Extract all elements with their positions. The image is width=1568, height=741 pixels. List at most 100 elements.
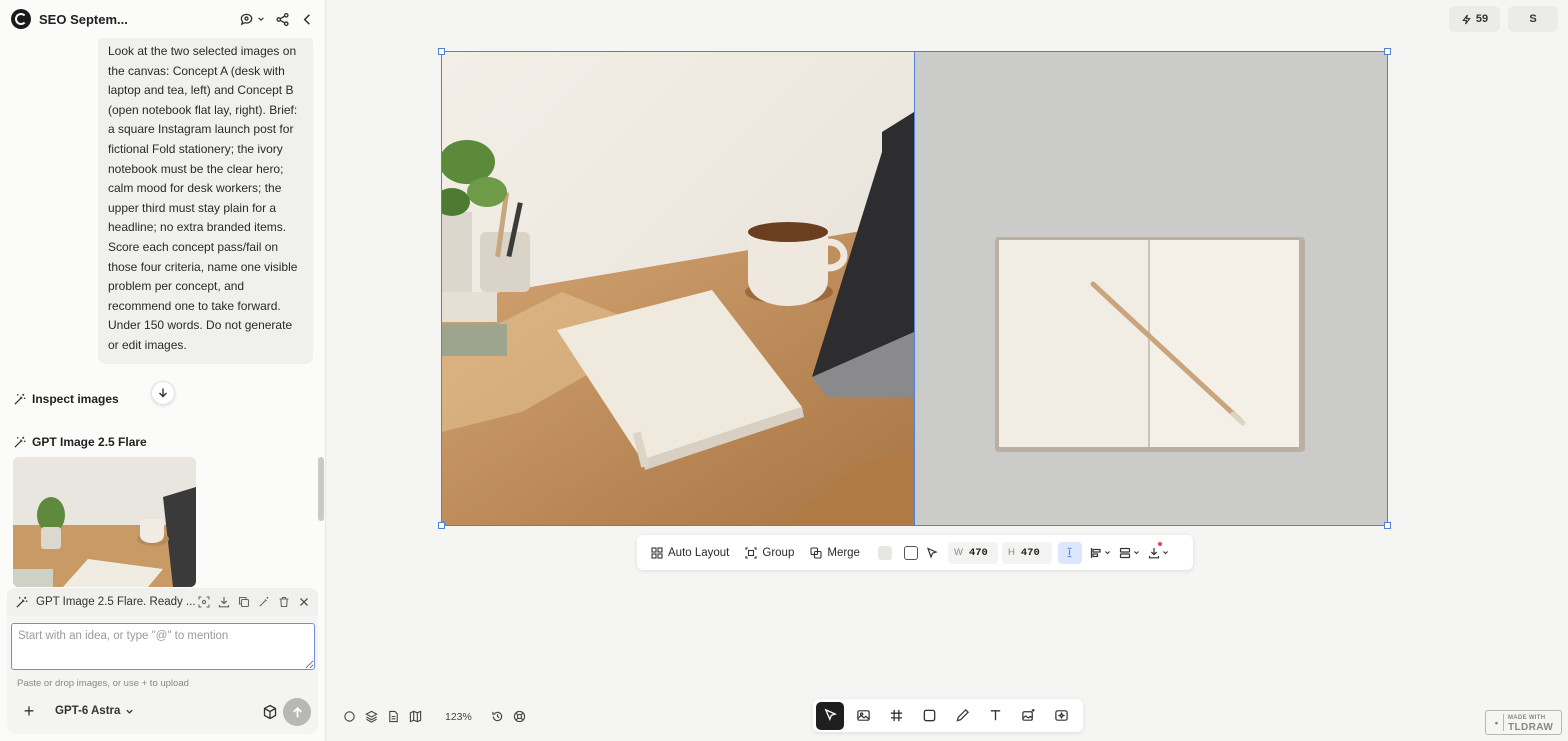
selection-toolbar: Auto Layout Group Merge W 470 H 470 [637,535,1193,570]
trash-icon[interactable] [278,596,290,608]
align-left-icon [1090,547,1101,558]
download-icon[interactable] [218,596,230,608]
generation-status-bar: GPT Image 2.5 Flare. Ready ... [7,588,318,616]
width-label: W [953,547,963,558]
page-icon[interactable] [387,710,400,723]
chat-history-icon[interactable] [239,12,265,27]
step-inspect-images[interactable]: Inspect images [13,392,119,406]
model-name: GPT-6 Astra [55,705,121,717]
layers-icon[interactable] [365,710,378,723]
auto-layout-button[interactable]: Auto Layout [645,541,739,565]
step-generate-label: GPT Image 2.5 Flare [32,435,147,449]
pointer-icon[interactable] [926,546,938,559]
copy-icon[interactable] [238,596,250,608]
document-title[interactable]: SEO Septem... [39,12,128,27]
rectangle-tool[interactable] [915,702,943,730]
resize-handle-bottom-right[interactable] [1384,522,1391,529]
resize-handle-bottom-left[interactable] [438,522,445,529]
resize-handle-top-right[interactable] [1384,48,1391,55]
scroll-down-button[interactable] [151,381,175,405]
merge-button[interactable]: Merge [804,541,870,565]
credits-badge[interactable]: 59 [1449,6,1500,32]
text-tool[interactable] [981,702,1009,730]
notification-dot [1157,541,1162,546]
draw-tool[interactable] [948,702,976,730]
group-icon [745,546,757,559]
chevron-down-icon [126,709,134,714]
grid-icon [651,546,663,559]
map-icon[interactable] [409,710,422,723]
chat-panel: SEO Septem... Look at the two selected i… [0,0,326,741]
zoom-level[interactable]: 123% [445,711,472,723]
badge-line-2: TLDRAW [1508,721,1554,733]
circle-icon[interactable] [343,710,356,723]
user-message: Look at the two selected images on the c… [98,36,313,364]
text-icon [990,710,1000,721]
help-icon[interactable] [513,710,526,723]
resize-handle-top-left[interactable] [438,48,445,55]
tldraw-logo-icon: • [1490,714,1504,731]
share-icon[interactable] [275,12,290,27]
arrow-down-icon [159,388,167,398]
aspect-lock-button[interactable] [1057,541,1082,564]
ai-tool[interactable] [1047,702,1075,730]
step-generate-image[interactable]: GPT Image 2.5 Flare [13,435,147,449]
group-button[interactable]: Group [739,541,804,565]
height-label: H [1007,547,1015,558]
prompt-input[interactable] [11,623,315,670]
send-button[interactable] [283,698,311,726]
arrow-up-icon [292,706,302,717]
square-icon [923,709,935,722]
magic-wand-icon [16,596,28,608]
concept-a-image[interactable] [442,52,914,525]
magic-wand-icon[interactable] [258,596,270,608]
chat-composer: Paste or drop images, or use + to upload… [7,616,318,734]
fill-color-swatch[interactable] [877,545,892,560]
lightning-icon [1462,14,1471,24]
step-inspect-label: Inspect images [32,392,119,406]
export-menu[interactable] [1148,541,1169,559]
merge-label: Merge [827,546,860,559]
collapse-panel-icon[interactable] [300,12,315,27]
cube-icon[interactable] [262,704,278,720]
distribute-icon [1119,547,1131,558]
model-selector[interactable]: GPT-6 Astra [55,705,134,717]
pencil-icon [955,709,969,722]
merge-icon [810,546,822,559]
chevron-down-icon [1133,551,1139,555]
selected-images-frame[interactable] [438,48,1391,529]
made-with-tldraw-badge[interactable]: • MADE WITH TLDRAW [1485,710,1562,735]
upload-hint: Paste or drop images, or use + to upload [17,678,189,689]
chevron-down-icon [1162,551,1168,555]
height-value: 470 [1020,546,1040,559]
cursor-icon [824,708,837,722]
magic-wand-icon [14,393,26,405]
distribute-menu[interactable] [1119,547,1140,559]
user-avatar-button[interactable]: S [1508,6,1558,32]
download-icon [1148,547,1160,558]
generate-image-tool[interactable] [1014,702,1042,730]
frame-tool[interactable] [882,702,910,730]
height-field[interactable]: H 470 [1001,541,1052,564]
hash-icon [890,709,902,722]
close-icon[interactable] [298,596,310,608]
image-tool[interactable] [849,702,877,730]
image-sparkle-icon [1021,708,1035,721]
auto-layout-label: Auto Layout [668,546,730,559]
concept-b-image[interactable] [914,52,1387,525]
width-field[interactable]: W 470 [947,541,998,564]
link-icon [1068,547,1072,558]
stroke-color-swatch[interactable] [903,545,918,560]
image-edit-icon [856,710,870,721]
align-menu[interactable] [1090,547,1111,559]
panel-header: SEO Septem... [0,0,325,38]
history-icon[interactable] [491,710,504,723]
magic-wand-icon [14,436,26,448]
user-initial: S [1529,13,1537,25]
select-tool[interactable] [816,701,844,730]
generated-image-thumbnail[interactable] [13,457,196,587]
app-logo[interactable] [11,9,31,29]
panel-scrollbar[interactable] [318,457,324,521]
focus-icon[interactable] [198,596,210,608]
add-attachment-button[interactable]: + [21,702,37,720]
